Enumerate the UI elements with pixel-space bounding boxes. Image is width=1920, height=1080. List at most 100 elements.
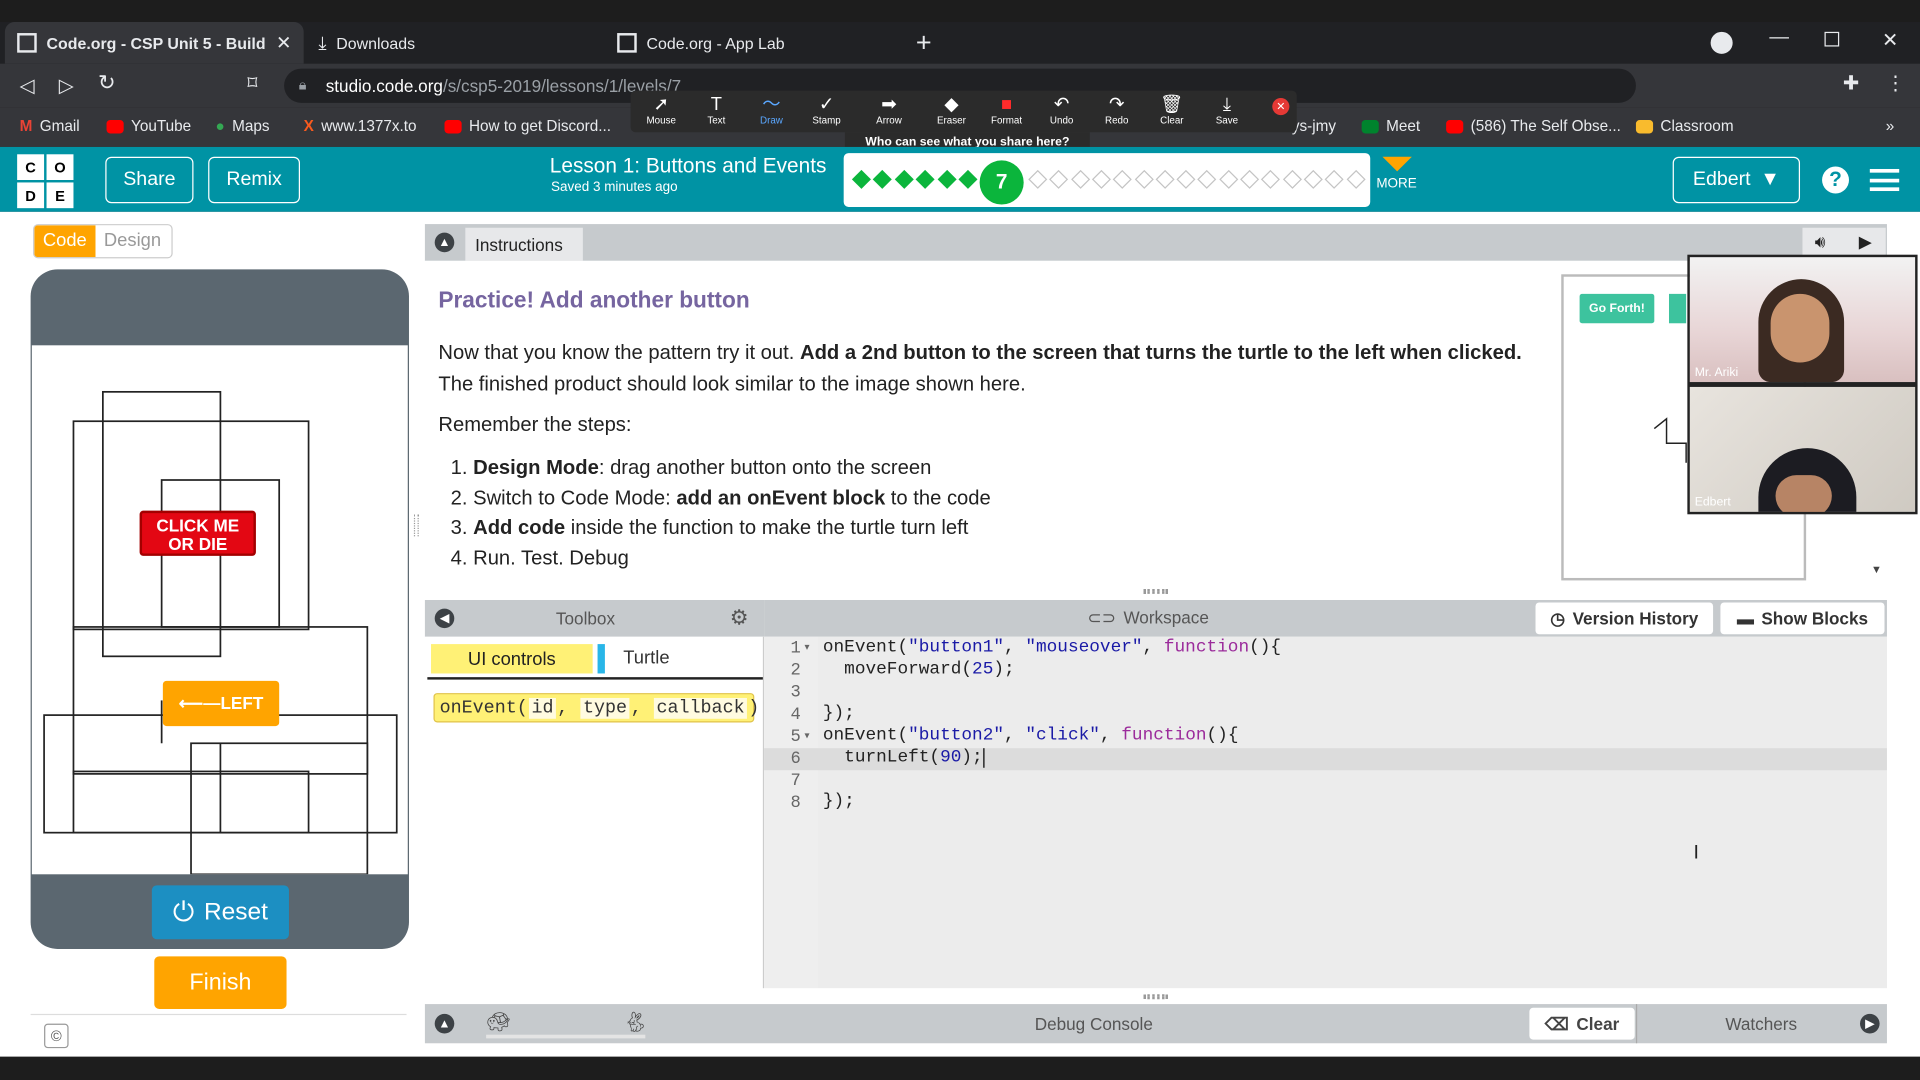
extensions-icon[interactable]: ✚ [1843,71,1859,95]
bookmark-self-obsessed[interactable]: (586) The Self Obse... [1446,118,1621,135]
instructions-tab[interactable]: Instructions [465,227,583,261]
watchers-title[interactable]: Watchers [1725,1014,1797,1034]
draw-tool[interactable]: 〜 Draw [744,95,798,126]
undo-tool[interactable]: ↶ Undo [1035,95,1089,126]
code-line[interactable]: onEvent("button2", "click", function(){ [823,726,1239,746]
participant-name: Edbert [1694,495,1731,510]
gear-icon[interactable]: ⚙ [730,606,749,630]
stamp-tool[interactable]: ✓ Stamp [800,95,854,126]
close-annotation-icon[interactable]: ✕ [1272,97,1290,116]
current-level-bubble[interactable]: 7 [979,160,1024,205]
play-icon[interactable]: ▶ [1859,231,1872,252]
close-window-button[interactable]: ✕ [1882,28,1898,52]
preview-line [1653,417,1687,463]
debug-console-title: Debug Console [1034,1013,1153,1034]
browser-tab-active[interactable]: Code.org - CSP Unit 5 - Building A ✕ [4,22,304,64]
help-icon[interactable]: ? [1822,166,1849,194]
line-number: 1 [790,639,801,659]
new-tab-button[interactable]: + [916,27,932,59]
fold-icon[interactable]: ▾ [804,730,809,741]
speed-slider[interactable] [486,1034,646,1039]
code-org-logo[interactable]: CODE [17,154,74,209]
forward-icon[interactable]: ▷ [59,73,74,97]
turn-left-button[interactable]: ⟵—LEFT [162,680,280,727]
user-menu-button[interactable]: Edbert ▼ [1672,156,1801,204]
save-tool[interactable]: ⤓ Save [1200,95,1254,126]
minimize-button[interactable]: — [1769,27,1789,49]
code-editor[interactable] [817,636,1887,989]
menu-icon[interactable]: ⋮ [1886,71,1906,95]
remix-button[interactable]: Remix [208,156,301,204]
collapse-instructions-icon[interactable]: ▲ [434,232,455,253]
resize-handle[interactable] [1143,588,1169,594]
code-line[interactable]: turnLeft(90); [823,748,984,768]
arrow-tool[interactable]: ➡ Arrow [862,95,916,126]
expand-debug-icon[interactable]: ▲ [434,1013,455,1034]
bookmark-gmail[interactable]: M Gmail [20,118,80,135]
format-tool[interactable]: ■ Format [980,94,1034,126]
clear-tool[interactable]: 🗑︎ Clear [1145,94,1199,126]
tab-search-button[interactable] [1710,31,1733,54]
lesson-title[interactable]: Lesson 1: Buttons and Events [550,154,827,178]
fold-icon[interactable]: ▾ [804,642,809,653]
show-blocks-button[interactable]: ▬ Show Blocks [1720,602,1885,635]
redo-tool[interactable]: ↷ Redo [1090,95,1144,126]
share-button[interactable]: Share [105,156,194,204]
version-history-button[interactable]: ◷ Version History [1535,602,1714,635]
text-tool[interactable]: T Text [689,95,743,126]
eraser-tool[interactable]: ◆ Eraser [924,95,978,126]
trash-icon: 🗑︎ [1160,94,1184,116]
more-bookmarks-button[interactable]: » [1886,118,1895,135]
clear-console-button[interactable]: ⌫ Clear [1529,1007,1635,1040]
bookmark-meet[interactable]: Meet [1361,118,1420,135]
close-tab-icon[interactable]: ✕ [276,32,291,54]
code-mode-tab[interactable]: Code [34,225,96,258]
speaker-icon[interactable]: 🔊︎ [1815,231,1826,252]
code-design-toggle: Code Design [33,224,173,259]
code-line[interactable]: }); [823,792,855,812]
saved-status: Saved 3 minutes ago [551,180,678,195]
onevent-block[interactable]: onEvent(id, type, callback) [433,693,759,723]
link-icon: ⊂⊃ [1087,607,1117,627]
scroll-down-icon[interactable]: ▼ [1871,563,1882,575]
back-icon[interactable]: ◁ [20,73,35,97]
color-swatch-icon: ■ [1000,94,1013,116]
click-me-button[interactable]: CLICK ME OR DIE [139,510,256,556]
mouse-tool[interactable]: ➚ Mouse [634,95,688,126]
bookmark-1377x[interactable]: Xwww.1377x.to [304,118,417,135]
video-tile-student[interactable]: Edbert [1687,384,1918,515]
line-number: 6 [790,749,801,769]
code-line[interactable]: onEvent("button1", "mouseover", function… [823,638,1281,658]
bookmark-ys-jmy[interactable]: ys-jmy [1292,118,1336,135]
tab-title: Code.org - CSP Unit 5 - Building A [46,33,267,53]
copyright-button[interactable]: © [44,1023,69,1049]
bookmark-discord[interactable]: How to get Discord... [444,118,611,135]
code-line[interactable]: moveForward(25); [823,660,1015,680]
finish-button[interactable]: Finish [154,956,287,1009]
video-tile-teacher[interactable]: Mr. Ariki [1687,254,1918,385]
resize-handle[interactable] [1143,994,1169,1000]
bookmark-classroom[interactable]: Classroom [1635,118,1734,135]
toolbox-title: Toolbox [555,608,616,629]
divider [30,1013,407,1016]
collapse-toolbox-icon[interactable]: ◀ [434,608,455,629]
bookmark-maps[interactable]: ● Maps [216,118,270,135]
hamburger-menu-icon[interactable] [1869,168,1900,192]
expand-watchers-icon[interactable]: ▶ [1860,1013,1880,1034]
browser-tab-app-lab[interactable]: Code.org - App Lab [605,22,899,64]
download-icon: ⤓ [318,32,327,54]
bookmark-youtube[interactable]: YouTube [106,118,191,135]
line-number: 8 [790,793,801,814]
resize-handle[interactable] [413,514,419,537]
category-turtle[interactable]: Turtle [623,648,669,669]
design-mode-tab[interactable]: Design [95,225,170,258]
code-line[interactable]: }); [823,704,855,724]
bookmark-icon[interactable]: ⌑ [247,71,257,95]
panel-divider [1635,1004,1638,1044]
browser-tab-downloads[interactable]: ⤓ Downloads [306,22,602,64]
reset-button[interactable]: ⏻ Reset [151,885,289,940]
category-ui-controls[interactable]: UI controls [431,644,593,674]
more-levels-button[interactable]: MORE [1376,156,1417,191]
reload-icon[interactable]: ↻ [98,71,115,95]
restore-button[interactable] [1824,31,1840,47]
